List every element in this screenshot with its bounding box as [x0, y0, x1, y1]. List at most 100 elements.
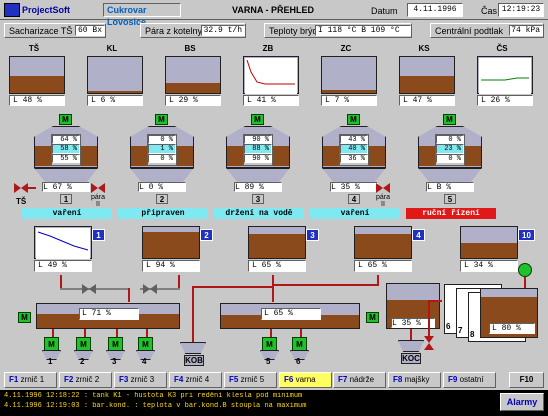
param-value: 60 Bx — [75, 25, 105, 36]
valve-icon[interactable] — [383, 183, 390, 193]
valve-icon[interactable] — [150, 284, 157, 294]
fkey-zrnič 3[interactable]: F3 zrnič 3 — [114, 372, 167, 388]
valve-icon[interactable] — [143, 284, 150, 294]
date-label: Datum — [371, 6, 398, 16]
value-readout: 40 % — [340, 144, 368, 154]
fkey-zrnič 4[interactable]: F4 zrnič 4 — [169, 372, 222, 388]
motor-icon[interactable]: M — [108, 337, 123, 352]
pipe — [128, 288, 130, 302]
value-readout: 0 % — [436, 154, 464, 163]
pan-values: 0 % 23 % 0 % — [435, 134, 465, 166]
value-readout: 55 % — [52, 154, 80, 163]
valve-icon[interactable] — [14, 183, 21, 193]
valve-icon[interactable] — [21, 183, 28, 193]
pan-number: 2 — [156, 194, 168, 204]
tank-fill — [400, 76, 454, 93]
fkey-code: F4 — [174, 375, 184, 384]
mid-tank[interactable] — [354, 226, 412, 259]
top-tank[interactable] — [399, 56, 455, 94]
top-tank[interactable] — [9, 56, 65, 94]
motor-icon[interactable]: M — [44, 337, 59, 352]
param-sacharizace: Sacharizace TŠ 60 Bx — [4, 23, 106, 38]
motor-icon[interactable]: M — [262, 337, 277, 352]
motor-icon[interactable]: M — [155, 114, 168, 125]
pipe — [272, 284, 379, 286]
motor-number: 5 — [266, 357, 271, 366]
pan-status: vaření — [22, 208, 112, 219]
stack-front-tank[interactable]: L 80 % — [480, 288, 538, 338]
fkey-code: F1 — [9, 375, 19, 384]
motor-icon[interactable]: M — [18, 312, 31, 323]
valve-icon[interactable] — [98, 183, 105, 193]
tank-name: ČS — [496, 44, 508, 53]
valve-icon[interactable] — [424, 336, 434, 343]
pipe — [270, 329, 272, 337]
tank-level: L 49 % — [34, 260, 92, 272]
value-readout: 90 % — [244, 135, 272, 144]
pan-values: 0 % 1 % 0 % — [147, 134, 177, 166]
top-tank[interactable] — [321, 56, 377, 94]
fkey-code: F8 — [393, 375, 403, 384]
param-teploty: Teploty brýd I 118 °C B 109 °C — [264, 23, 412, 38]
fkey-label: zrnič 2 — [75, 375, 100, 384]
fkey-nádrže[interactable]: F7 nádrže — [333, 372, 386, 388]
motor-icon[interactable]: M — [59, 114, 72, 125]
fkey-varna[interactable]: F6 varna — [279, 372, 332, 388]
pipe — [410, 329, 412, 341]
value-readout: 0 % — [436, 135, 464, 144]
pump-icon[interactable] — [518, 263, 532, 277]
fkey-label: zrnič 5 — [240, 375, 265, 384]
valve-icon[interactable] — [82, 284, 89, 294]
param-value: 32.9 t/h — [201, 25, 245, 36]
motor-icon[interactable]: M — [251, 114, 264, 125]
motor-icon[interactable]: M — [347, 114, 360, 125]
mid-tank[interactable] — [460, 226, 518, 259]
tank-level: L 94 % — [142, 260, 200, 272]
fkey-zrnič 5[interactable]: F5 zrnič 5 — [224, 372, 277, 388]
motor-icon[interactable]: M — [76, 337, 91, 352]
tank-level: L 6 % — [87, 95, 143, 106]
motor-icon[interactable]: M — [443, 114, 456, 125]
valve-icon[interactable] — [376, 183, 383, 193]
value-readout: 23 % — [436, 144, 464, 154]
fkey-code: F5 — [229, 375, 239, 384]
pan-level: L B % — [426, 182, 474, 192]
pipe — [60, 275, 62, 289]
pan-status: připraven — [118, 208, 208, 219]
time-value: 12:19:23 — [498, 3, 544, 17]
tank-level: L 7 % — [321, 95, 377, 106]
valve-icon[interactable] — [424, 343, 434, 350]
valve-icon[interactable] — [91, 183, 98, 193]
stack-number: 8 — [470, 330, 475, 339]
fkey-label: nádrže — [349, 375, 375, 384]
pipe — [84, 329, 86, 337]
pan-status: vaření — [310, 208, 400, 219]
pipe — [146, 329, 148, 337]
tank-name: KS — [418, 44, 430, 53]
tank-name: ZB — [262, 44, 274, 53]
mid-tank[interactable] — [142, 226, 200, 259]
pipe — [178, 275, 180, 289]
top-tank[interactable] — [477, 56, 533, 94]
valve-icon[interactable] — [89, 284, 96, 294]
tank-number: 2 — [200, 229, 213, 241]
motor-icon[interactable]: M — [292, 337, 307, 352]
mid-tank[interactable] — [248, 226, 306, 259]
top-tank[interactable] — [243, 56, 299, 94]
motor-icon[interactable]: M — [366, 312, 379, 323]
top-tank[interactable] — [87, 56, 143, 94]
motor-icon[interactable]: M — [138, 337, 153, 352]
ts-label: TŠ — [16, 197, 27, 206]
pipe — [116, 329, 118, 337]
mid-tank[interactable] — [34, 226, 92, 259]
top-tank[interactable] — [165, 56, 221, 94]
fkey-ostatní[interactable]: F9 ostatní — [443, 372, 496, 388]
fkey-zrnič 1[interactable]: F1 zrnič 1 — [4, 372, 57, 388]
fkey-zrnič 2[interactable]: F2 zrnič 2 — [59, 372, 112, 388]
fkey-majšky[interactable]: F8 majšky — [388, 372, 441, 388]
tank-fill — [355, 234, 411, 258]
alarm-button[interactable]: Alarmy — [500, 393, 544, 411]
trend-line — [246, 59, 295, 85]
fkey-code: F6 — [284, 375, 294, 384]
help-button[interactable]: F10 — [509, 372, 544, 388]
